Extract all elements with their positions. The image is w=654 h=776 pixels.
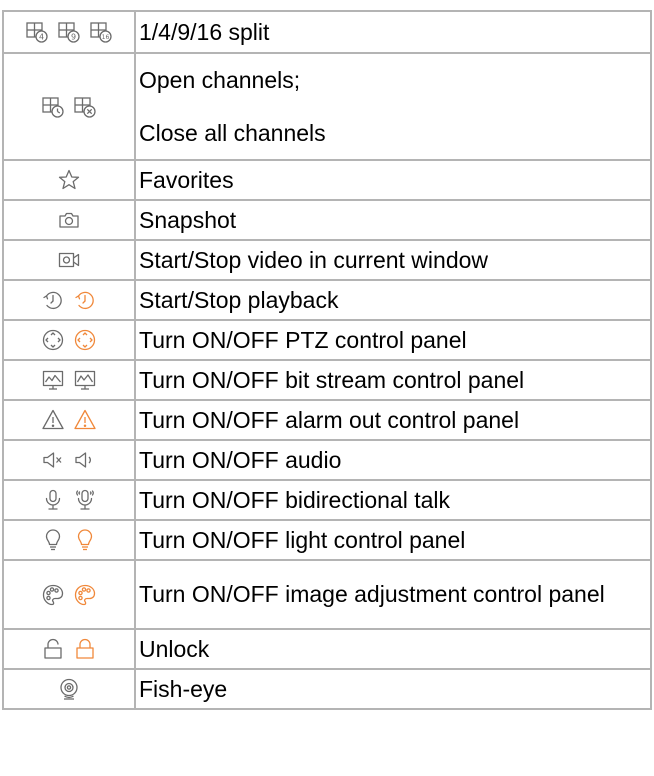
svg-text:16: 16 [102, 34, 110, 41]
row-description: Start/Stop video in current window [134, 239, 652, 281]
icon-cell [2, 319, 136, 361]
table-row: Start/Stop video in current window [2, 239, 652, 281]
palette-icon [41, 583, 65, 607]
video-camera-icon [57, 248, 81, 272]
fisheye-icon [57, 677, 81, 701]
microphone-icon [41, 488, 65, 512]
ptz-icon [41, 328, 65, 352]
row-description: Favorites [134, 159, 652, 201]
svg-text:4: 4 [39, 33, 44, 42]
icon-cell [2, 279, 136, 321]
table-row: Turn ON/OFF image adjustment control pan… [2, 559, 652, 630]
row-description: Turn ON/OFF alarm out control panel [134, 399, 652, 441]
table-row: Turn ON/OFF light control panel [2, 519, 652, 561]
row-description: Start/Stop playback [134, 279, 652, 321]
lock-open-icon [73, 637, 97, 661]
table-row: Turn ON/OFF bidirectional talk [2, 479, 652, 521]
close-channels-icon [73, 95, 97, 119]
alarm-icon [41, 408, 65, 432]
open-channels-icon [41, 95, 65, 119]
icon-cell [2, 668, 136, 710]
icon-cell [2, 399, 136, 441]
row-description: Open channels; Close all channels [134, 52, 652, 161]
row-description: Turn ON/OFF audio [134, 439, 652, 481]
bitstream-icon [41, 368, 65, 392]
row-description: Turn ON/OFF image adjustment control pan… [134, 559, 652, 630]
table-row: Unlock [2, 628, 652, 670]
icon-legend-table: 4 9 16 1/4/9/16 split Open channels; Clo… [2, 10, 652, 710]
audio-muted-icon [41, 448, 65, 472]
icon-cell [2, 159, 136, 201]
icon-cell [2, 239, 136, 281]
icon-cell [2, 479, 136, 521]
ptz-active-icon [73, 328, 97, 352]
row-description: Unlock [134, 628, 652, 670]
table-row: Fish-eye [2, 668, 652, 710]
table-row: Turn ON/OFF audio [2, 439, 652, 481]
row-description: Turn ON/OFF PTZ control panel [134, 319, 652, 361]
icon-cell [2, 359, 136, 401]
alarm-active-icon [73, 408, 97, 432]
playback-active-icon [73, 288, 97, 312]
row-description: Turn ON/OFF light control panel [134, 519, 652, 561]
table-row: Open channels; Close all channels [2, 52, 652, 161]
icon-cell [2, 199, 136, 241]
audio-icon [73, 448, 97, 472]
icon-cell [2, 52, 136, 161]
table-row: 4 9 16 1/4/9/16 split [2, 10, 652, 54]
table-row: Favorites [2, 159, 652, 201]
split-4-icon: 4 [25, 20, 49, 44]
icon-cell [2, 628, 136, 670]
icon-cell [2, 439, 136, 481]
microphone-active-icon [73, 488, 97, 512]
icon-cell [2, 559, 136, 630]
playback-icon [41, 288, 65, 312]
table-row: Start/Stop playback [2, 279, 652, 321]
bulb-icon [41, 528, 65, 552]
table-row: Turn ON/OFF bit stream control panel [2, 359, 652, 401]
row-description-line: Close all channels [139, 119, 326, 146]
icon-cell: 4 9 16 [2, 10, 136, 54]
row-description: Snapshot [134, 199, 652, 241]
palette-active-icon [73, 583, 97, 607]
row-description-line: Open channels; [139, 66, 301, 93]
lock-icon [41, 637, 65, 661]
row-description: Fish-eye [134, 668, 652, 710]
star-icon [57, 168, 81, 192]
row-description: Turn ON/OFF bidirectional talk [134, 479, 652, 521]
table-row: Turn ON/OFF alarm out control panel [2, 399, 652, 441]
row-description: Turn ON/OFF bit stream control panel [134, 359, 652, 401]
bitstream-alt-icon [73, 368, 97, 392]
split-9-icon: 9 [57, 20, 81, 44]
bulb-active-icon [73, 528, 97, 552]
table-row: Snapshot [2, 199, 652, 241]
icon-cell [2, 519, 136, 561]
camera-icon [57, 208, 81, 232]
svg-text:9: 9 [71, 33, 76, 42]
split-16-icon: 16 [89, 20, 113, 44]
row-description: 1/4/9/16 split [134, 10, 652, 54]
table-row: Turn ON/OFF PTZ control panel [2, 319, 652, 361]
